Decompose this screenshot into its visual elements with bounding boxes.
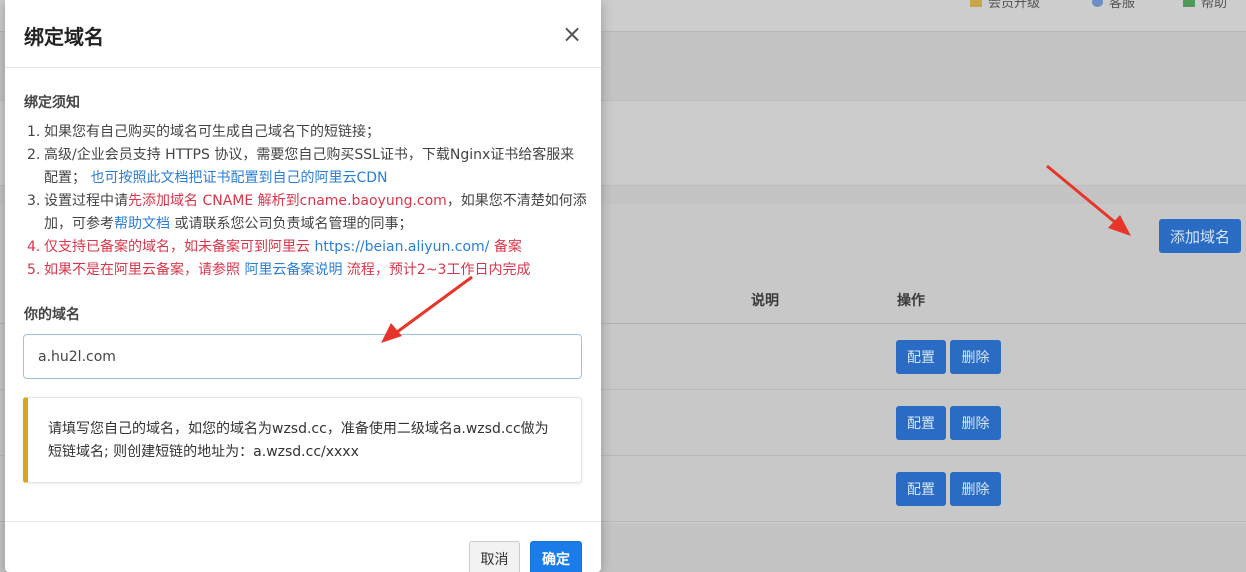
header-actions: 操作 [897, 293, 925, 309]
header-description: 说明 [751, 293, 779, 309]
config-button[interactable]: 配置 [896, 472, 946, 506]
config-button[interactable]: 配置 [896, 340, 946, 374]
ssl-cdn-doc-link[interactable]: 也可按照此文档把证书配置到自己的阿里云CDN [90, 170, 387, 186]
bind-domain-modal: 绑定域名 × 绑定须知 1. 如果您有自己购买的域名可生成自己域名下的短链接； … [5, 0, 601, 572]
delete-button[interactable]: 删除 [950, 472, 1001, 506]
list-item: 1. 如果您有自己购买的域名可生成自己域名下的短链接； [27, 124, 380, 140]
notice-title: 绑定须知 [24, 95, 80, 111]
modal-title: 绑定域名 [24, 25, 104, 49]
confirm-button[interactable]: 确定 [530, 541, 582, 572]
domain-input[interactable] [23, 334, 582, 379]
modal-header: 绑定域名 × [5, 0, 601, 68]
help-doc-link[interactable]: 帮助文档 [114, 216, 170, 232]
top-item-help[interactable]: 帮助 [1183, 0, 1227, 11]
cancel-button[interactable]: 取消 [469, 541, 520, 572]
top-item-service[interactable]: 客服 [1092, 0, 1135, 11]
headset-icon [1092, 0, 1103, 7]
delete-button[interactable]: 删除 [950, 340, 1001, 374]
list-item: 5. 如果不是在阿里云备案，请参照 阿里云备案说明 流程，预计2~3工作日内完成 [27, 262, 531, 278]
add-domain-button[interactable]: 添加域名 [1159, 219, 1241, 253]
list-item: 2. 高级/企业会员支持 HTTPS 协议，需要您自己购买SSL证书，下载Ngi… [27, 147, 575, 186]
config-button[interactable]: 配置 [896, 406, 946, 440]
delete-button[interactable]: 删除 [950, 406, 1001, 440]
top-item-upgrade[interactable]: 会员升级 [970, 0, 1040, 11]
crown-icon [970, 0, 982, 7]
domain-label: 你的域名 [24, 307, 80, 323]
notice-list: 1. 如果您有自己购买的域名可生成自己域名下的短链接； 2. 高级/企业会员支持… [27, 121, 587, 282]
list-item: 3. 设置过程中请先添加域名 CNAME 解析到cname.baoyung.co… [27, 193, 587, 232]
close-icon[interactable]: × [561, 22, 583, 46]
help-icon [1183, 0, 1195, 7]
domain-tip-alert: 请填写您自己的域名，如您的域名为wzsd.cc，准备使用二级域名a.wzsd.c… [23, 397, 582, 483]
beian-link[interactable]: https://beian.aliyun.com/ [314, 239, 489, 255]
beian-guide-link[interactable]: 阿里云备案说明 [244, 262, 342, 278]
list-item: 4. 仅支持已备案的域名，如未备案可到阿里云 https://beian.ali… [27, 239, 522, 255]
